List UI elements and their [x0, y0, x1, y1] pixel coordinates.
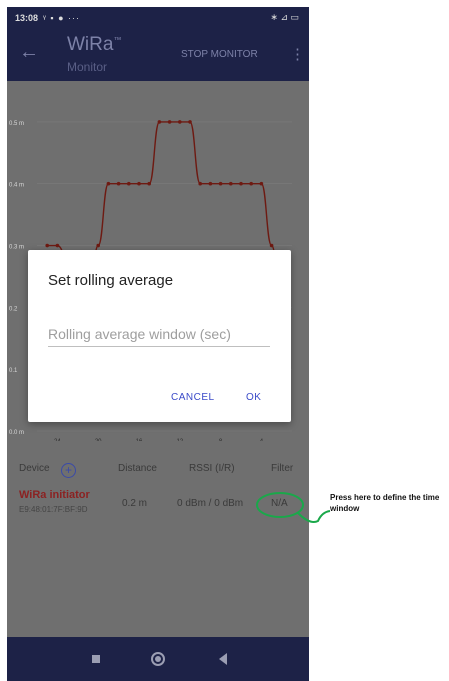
app-title: WiRa™	[67, 34, 121, 56]
phone-screen: 13:08 ᵞ ▪ ● ··· ∗ ⊿ ▭ ← WiRa™ Monitor ST…	[7, 7, 309, 681]
data-point	[55, 243, 60, 248]
device-name: WiRa initiator	[19, 489, 90, 501]
circle-icon[interactable]	[151, 652, 165, 666]
y-tick-label: 0.1	[9, 368, 18, 374]
data-point	[218, 181, 223, 186]
y-tick-label: 0.5 m	[9, 121, 24, 127]
x-tick-label: 20	[95, 439, 102, 441]
filter-button[interactable]: N/A	[271, 498, 288, 509]
data-point	[96, 243, 100, 248]
data-point	[127, 181, 131, 186]
status-left-icons: ᵞ ▪ ● ···	[43, 13, 81, 23]
table-header: Device + Distance RSSI (I/R) Filter	[7, 457, 309, 481]
data-point	[188, 120, 192, 124]
ok-button[interactable]: OK	[246, 392, 261, 403]
dialog-title: Set rolling average	[48, 272, 174, 289]
header-filter: Filter	[271, 463, 294, 474]
data-point	[157, 120, 162, 124]
data-point	[45, 243, 49, 248]
data-point	[116, 181, 121, 186]
y-tick-label: 0.4 m	[9, 183, 24, 189]
status-right-icons: ∗ ⊿ ▭	[270, 12, 299, 22]
data-point	[106, 181, 111, 186]
data-point	[208, 181, 213, 186]
app-subtitle: Monitor	[67, 60, 108, 74]
x-tick-label: 12	[176, 439, 183, 441]
square-icon[interactable]	[92, 655, 100, 663]
app-bar: ← WiRa™ Monitor STOP MONITOR ⋮	[7, 29, 309, 81]
rolling-average-dialog: Set rolling average CANCEL OK	[28, 250, 291, 422]
x-tick-label: 24	[54, 439, 61, 441]
data-point	[269, 243, 274, 248]
trademark-mark: ™	[113, 35, 122, 45]
plus-circle-icon[interactable]: +	[61, 463, 76, 478]
data-point	[249, 181, 253, 186]
header-device: Device	[19, 463, 50, 474]
table-row[interactable]: WiRa initiator E9:48:01:7F:BF:9D 0.2 m 0…	[7, 487, 309, 531]
data-point	[137, 181, 141, 186]
x-tick-label: 4	[260, 439, 264, 441]
triangle-back-icon[interactable]	[219, 653, 227, 665]
app-title-text: WiRa	[67, 34, 114, 55]
cancel-button[interactable]: CANCEL	[171, 392, 215, 403]
y-tick-label: 0.3 m	[9, 245, 24, 251]
data-point	[229, 181, 233, 186]
data-point	[259, 181, 264, 186]
status-time: 13:08	[15, 13, 39, 23]
header-rssi: RSSI (I/R)	[189, 463, 235, 474]
arrow-left-icon[interactable]: ←	[19, 41, 39, 64]
device-mac: E9:48:01:7F:BF:9D	[19, 505, 88, 514]
stop-monitor-button[interactable]: STOP MONITOR	[181, 49, 258, 60]
y-tick-label: 0.0 m	[9, 430, 24, 436]
callout-text: Press here to define the time window	[330, 493, 440, 513]
x-tick-label: 16	[136, 439, 143, 441]
data-point	[147, 181, 151, 186]
data-point	[167, 120, 172, 124]
rolling-average-input[interactable]	[48, 322, 270, 347]
more-vert-icon[interactable]: ⋮	[290, 45, 305, 63]
data-point	[198, 181, 202, 186]
data-point	[178, 120, 182, 124]
device-distance: 0.2 m	[122, 498, 148, 509]
x-tick-label: 8	[219, 439, 223, 441]
device-rssi: 0 dBm / 0 dBm	[177, 498, 244, 509]
status-bar: 13:08 ᵞ ▪ ● ··· ∗ ⊿ ▭	[7, 7, 309, 29]
header-distance: Distance	[118, 463, 157, 474]
data-point	[239, 181, 243, 186]
system-nav-bar	[7, 637, 309, 681]
y-tick-label: 0.2	[9, 306, 18, 312]
